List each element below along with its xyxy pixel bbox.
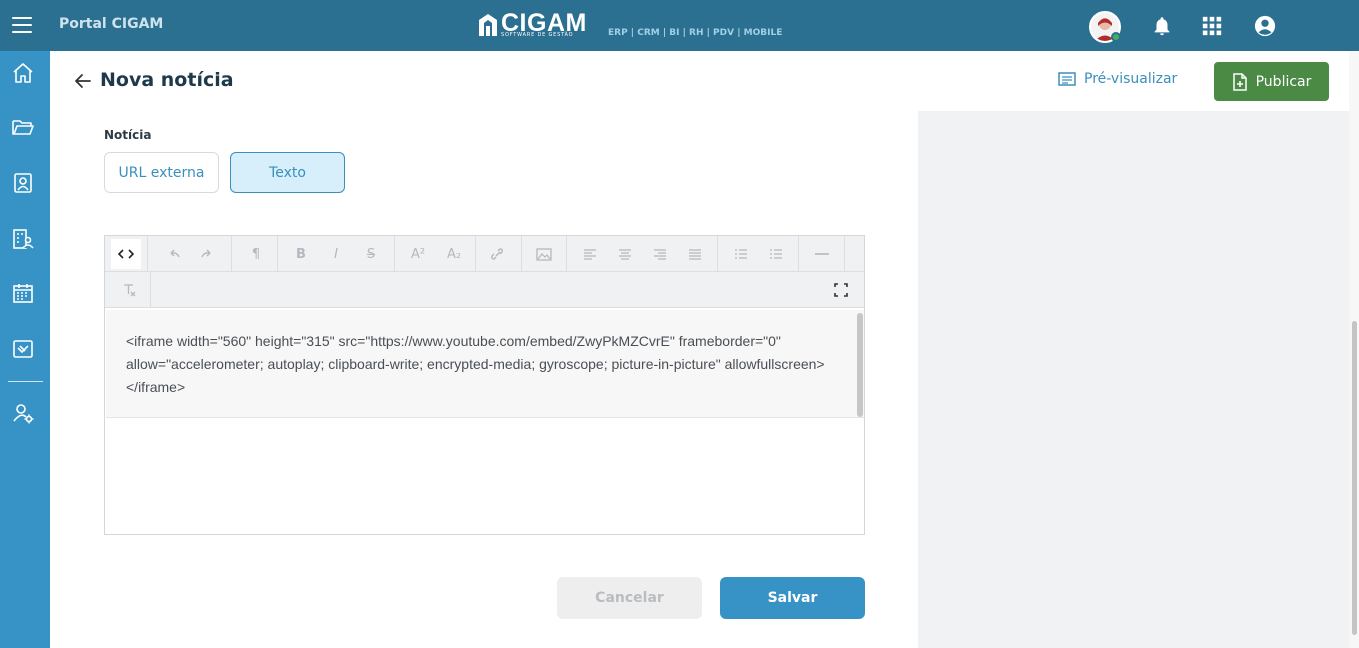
calendar-icon[interactable] bbox=[11, 281, 35, 305]
rich-text-editor: ¶ B I S̶ A² A₂ <iframe width="560" heigh… bbox=[104, 235, 865, 535]
contacts-icon[interactable] bbox=[11, 171, 35, 195]
editor-toolbar: ¶ B I S̶ A² A₂ bbox=[105, 236, 864, 272]
folder-icon[interactable] bbox=[11, 115, 35, 139]
subscript-icon: A₂ bbox=[446, 246, 462, 262]
toggle-text[interactable]: Texto bbox=[230, 152, 345, 193]
italic-icon: I bbox=[334, 246, 338, 262]
online-status-dot bbox=[1111, 32, 1121, 42]
publish-label: Publicar bbox=[1255, 73, 1312, 90]
ordered-list-icon bbox=[770, 249, 782, 259]
unordered-list-button[interactable] bbox=[726, 239, 756, 269]
clear-formatting-icon bbox=[124, 284, 136, 297]
paragraph-icon: ¶ bbox=[251, 246, 261, 262]
insert-image-button[interactable] bbox=[529, 239, 559, 269]
link-icon bbox=[491, 248, 503, 260]
code-view-button[interactable] bbox=[111, 239, 141, 269]
horizontal-line-button[interactable] bbox=[807, 239, 837, 269]
sidebar bbox=[0, 51, 50, 648]
fullscreen-icon bbox=[834, 283, 848, 297]
preview-button[interactable]: Pré-visualizar bbox=[1058, 71, 1177, 87]
align-justify-button[interactable] bbox=[680, 239, 710, 269]
portal-title: Portal CIGAM bbox=[59, 16, 164, 32]
strikethrough-button[interactable]: S̶ bbox=[356, 239, 386, 269]
superscript-icon: A² bbox=[410, 246, 426, 262]
align-right-button[interactable] bbox=[645, 239, 675, 269]
fullscreen-button[interactable] bbox=[826, 275, 856, 305]
align-center-icon bbox=[619, 249, 631, 260]
italic-button[interactable]: I bbox=[321, 239, 351, 269]
menu-icon[interactable] bbox=[12, 17, 32, 33]
code-view-icon bbox=[118, 249, 134, 259]
redo-icon bbox=[201, 249, 211, 258]
code-scrollbar[interactable] bbox=[857, 313, 863, 417]
bold-button[interactable]: B bbox=[286, 239, 316, 269]
align-left-button[interactable] bbox=[575, 239, 605, 269]
bold-icon: B bbox=[296, 246, 306, 262]
logo-mark-icon bbox=[479, 14, 497, 36]
logo-subtitle: SOFTWARE DE GESTÃO bbox=[501, 32, 574, 38]
publish-file-icon bbox=[1232, 72, 1247, 91]
page-scrollbar-thumb[interactable] bbox=[1352, 321, 1357, 635]
redo-button[interactable] bbox=[193, 239, 223, 269]
cancel-button[interactable]: Cancelar bbox=[557, 577, 702, 619]
code-content[interactable]: <iframe width="560" height="315" src="ht… bbox=[126, 330, 836, 399]
align-justify-icon bbox=[689, 249, 701, 260]
code-editor[interactable]: <iframe width="560" height="315" src="ht… bbox=[106, 310, 864, 418]
save-button[interactable]: Salvar bbox=[720, 577, 865, 619]
user-settings-icon[interactable] bbox=[11, 401, 35, 425]
insert-link-button[interactable] bbox=[483, 239, 513, 269]
image-icon bbox=[536, 247, 552, 261]
superscript-button[interactable]: A² bbox=[403, 239, 433, 269]
unordered-list-icon bbox=[735, 249, 747, 259]
align-right-icon bbox=[654, 249, 666, 260]
news-type-label: Notícia bbox=[104, 128, 152, 142]
align-center-button[interactable] bbox=[610, 239, 640, 269]
clear-formatting-button[interactable] bbox=[114, 275, 144, 305]
logo-modules: ERP | CRM | BI | RH | PDV | MOBILE bbox=[608, 28, 783, 38]
paragraph-format-button[interactable]: ¶ bbox=[241, 239, 271, 269]
publish-button[interactable]: Publicar bbox=[1214, 62, 1329, 101]
page-title: Nova notícia bbox=[100, 69, 234, 91]
bell-icon[interactable] bbox=[1151, 15, 1173, 37]
org-people-icon[interactable] bbox=[11, 227, 35, 251]
preview-label: Pré-visualizar bbox=[1084, 71, 1178, 87]
undo-button[interactable] bbox=[158, 239, 188, 269]
editor-toolbar-row2 bbox=[105, 272, 864, 308]
home-icon[interactable] bbox=[11, 61, 35, 85]
tickets-icon[interactable] bbox=[11, 337, 35, 361]
ordered-list-button[interactable] bbox=[761, 239, 791, 269]
preview-icon bbox=[1058, 72, 1076, 86]
undo-icon bbox=[170, 249, 180, 258]
preview-panel bbox=[918, 111, 1349, 648]
align-left-icon bbox=[584, 249, 596, 260]
strikethrough-icon: S̶ bbox=[366, 246, 376, 262]
subscript-button[interactable]: A₂ bbox=[439, 239, 469, 269]
account-circle-icon[interactable] bbox=[1254, 15, 1276, 37]
sidebar-divider bbox=[8, 381, 43, 382]
top-bar: Portal CIGAM CIGAM SOFTWARE DE GESTÃO ER… bbox=[0, 0, 1359, 51]
back-arrow-icon[interactable] bbox=[74, 72, 92, 90]
apps-grid-icon[interactable] bbox=[1201, 15, 1223, 37]
toggle-external-url[interactable]: URL externa bbox=[104, 152, 219, 193]
horizontal-line-icon bbox=[815, 253, 829, 255]
